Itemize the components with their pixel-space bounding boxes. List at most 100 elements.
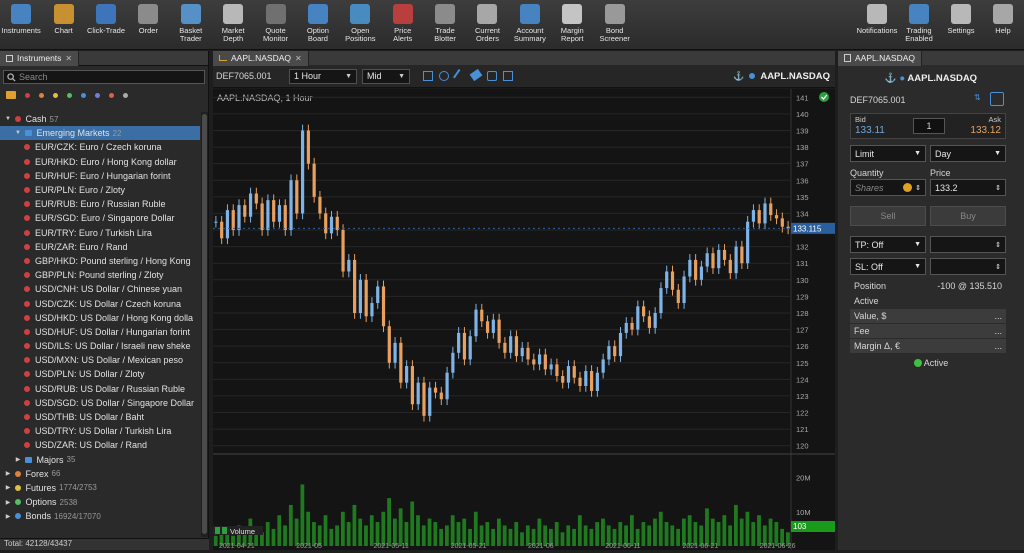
instrument-row[interactable]: GBP/PLN: Pound sterling / Zloty — [0, 268, 200, 282]
search-input[interactable]: Search — [3, 70, 205, 84]
account-summary-button[interactable]: Account Summary — [509, 0, 551, 49]
anchor-icon[interactable]: ⚓ — [885, 73, 899, 84]
chevron-right-icon[interactable]: ▶ — [4, 499, 12, 506]
instrument-row[interactable]: USD/RUB: US Dollar / Russian Ruble — [0, 382, 200, 396]
chevron-right-icon[interactable]: ▶ — [4, 470, 12, 477]
margin-report-button[interactable]: Margin Report — [551, 0, 593, 49]
pencil-icon[interactable] — [453, 69, 467, 83]
close-icon[interactable]: ✕ — [65, 54, 72, 63]
price-input[interactable]: 133.2 ⇕ — [930, 179, 1006, 196]
take-profit-input[interactable]: ⇕ — [930, 236, 1006, 253]
notifications-button[interactable]: Notifications — [856, 0, 898, 49]
instruments-scrollbar[interactable] — [201, 112, 208, 537]
chevron-right-icon[interactable]: ▶ — [4, 484, 12, 491]
quantity-box[interactable]: 1 — [913, 118, 945, 134]
trade-blotter-button[interactable]: Trade Blotter — [424, 0, 466, 49]
instrument-row[interactable]: USD/HKD: US Dollar / Hong Kong dolla — [0, 311, 200, 325]
tree-group-row[interactable]: ▶ Majors 35 — [0, 453, 200, 467]
indicators-icon[interactable] — [423, 71, 433, 81]
instrument-row[interactable]: EUR/PLN: Euro / Zloty — [0, 183, 200, 197]
instrument-row[interactable]: USD/ZAR: US Dollar / Rand — [0, 438, 200, 452]
basket-trader-button[interactable]: Basket Trader — [170, 0, 212, 49]
instruments-button[interactable]: Instruments — [0, 0, 42, 49]
chart-area[interactable]: AAPL.NASDAQ, 1 Hour 141 140 139 138 137 136 13… — [213, 89, 835, 550]
quote-monitor-button[interactable]: Quote Monitor — [254, 0, 296, 49]
tab-instruments[interactable]: Instruments ✕ — [0, 50, 80, 66]
price-chart[interactable]: AAPL.NASDAQ, 1 Hour 141 140 139 138 137 136 13… — [213, 89, 835, 550]
instrument-row[interactable]: USD/MXN: US Dollar / Mexican peso — [0, 353, 200, 367]
color-filter-dot[interactable] — [67, 92, 72, 98]
instrument-row[interactable]: EUR/TRY: Euro / Turkish Lira — [0, 226, 200, 240]
color-filter-dot[interactable] — [81, 92, 86, 98]
tree-group-row[interactable]: ▶ Bonds 16924/17070 — [0, 509, 200, 523]
tree-group-row[interactable]: ▼ Emerging Markets 22 — [0, 126, 200, 141]
chevron-down-icon[interactable]: ▼ — [14, 130, 22, 136]
chevron-right-icon[interactable]: ▶ — [4, 513, 12, 520]
clipboard-icon[interactable] — [487, 71, 497, 81]
price-alerts-button[interactable]: Price Alerts — [382, 0, 424, 49]
order-button[interactable]: Order — [127, 0, 169, 49]
close-icon[interactable]: ✕ — [295, 54, 302, 63]
color-filter-dot[interactable] — [25, 92, 30, 98]
settings-button[interactable]: Settings — [940, 0, 982, 49]
settings-icon[interactable] — [990, 92, 1004, 106]
time-in-force-select[interactable]: Day ▼ — [930, 145, 1006, 162]
color-filter-dot[interactable] — [109, 92, 114, 98]
price-type-select[interactable]: Mid ▼ — [362, 68, 410, 84]
click-trade-button[interactable]: Click-Trade — [85, 0, 127, 49]
tab-chart[interactable]: AAPL.NASDAQ ✕ — [213, 50, 309, 66]
export-icon[interactable] — [503, 71, 513, 81]
open-positions-button[interactable]: Open Positions — [339, 0, 381, 49]
stepper-icon[interactable]: ⇕ — [995, 241, 1001, 249]
color-filter-dot[interactable] — [123, 92, 128, 98]
chart-button[interactable]: Chart — [42, 0, 84, 49]
tree-group-row[interactable]: ▶ Futures 1774/2753 — [0, 481, 200, 495]
folder-icon[interactable] — [6, 91, 16, 99]
buy-button[interactable]: Buy — [930, 206, 1006, 226]
bid-price[interactable]: 133.11 — [855, 125, 885, 136]
tree-group-row[interactable]: ▶ Options 2538 — [0, 495, 200, 509]
instrument-row[interactable]: USD/ILS: US Dollar / Israeli new sheke — [0, 339, 200, 353]
trading-enabled-button[interactable]: Trading Enabled — [898, 0, 940, 49]
ask-price[interactable]: 133.12 — [970, 125, 1001, 136]
instrument-row[interactable]: USD/TRY: US Dollar / Turkish Lira — [0, 424, 200, 438]
color-filter-dot[interactable] — [53, 92, 58, 98]
instrument-row[interactable]: USD/PLN: US Dollar / Zloty — [0, 367, 200, 381]
anchor-icon[interactable]: ⚓ — [733, 71, 744, 82]
stepper-icon[interactable]: ⇕ — [995, 263, 1001, 271]
instrument-row[interactable]: USD/THB: US Dollar / Baht — [0, 410, 200, 424]
order-type-select[interactable]: Limit ▼ — [850, 145, 926, 162]
sell-button[interactable]: Sell — [850, 206, 926, 226]
quantity-input[interactable]: Shares ⇕ — [850, 179, 926, 196]
take-profit-select[interactable]: TP: Off ▼ — [850, 236, 926, 253]
current-orders-button[interactable]: Current Orders — [466, 0, 508, 49]
help-button[interactable]: Help — [982, 0, 1024, 49]
market-depth-button[interactable]: Market Depth — [212, 0, 254, 49]
color-filter-dot[interactable] — [95, 92, 100, 98]
instrument-row[interactable]: USD/CZK: US Dollar / Czech koruna — [0, 296, 200, 310]
instrument-row[interactable]: EUR/HUF: Euro / Hungarian forint — [0, 169, 200, 183]
chevron-right-icon[interactable]: ▶ — [14, 456, 22, 463]
instrument-row[interactable]: EUR/CZK: Euro / Czech koruna — [0, 140, 200, 154]
option-board-button[interactable]: Option Board — [297, 0, 339, 49]
stepper-icon[interactable]: ⇕ — [995, 184, 1001, 192]
instrument-row[interactable]: USD/CNH: US Dollar / Chinese yuan — [0, 282, 200, 296]
stop-loss-input[interactable]: ⇕ — [930, 258, 1006, 275]
instrument-row[interactable]: EUR/ZAR: Euro / Rand — [0, 240, 200, 254]
instrument-row[interactable]: EUR/HKD: Euro / Hong Kong dollar — [0, 155, 200, 169]
instrument-row[interactable]: GBP/HKD: Pound sterling / Hong Kong — [0, 254, 200, 268]
instruments-scroll-thumb[interactable] — [202, 114, 207, 534]
instrument-row[interactable]: EUR/SGD: Euro / Singapore Dollar — [0, 211, 200, 225]
bond-screener-button[interactable]: Bond Screener — [593, 0, 635, 49]
tree-group-row[interactable]: ▼ Cash 57 — [0, 112, 200, 126]
stop-loss-select[interactable]: SL: Off ▼ — [850, 258, 926, 275]
instrument-row[interactable]: USD/SGD: US Dollar / Singapore Dollar — [0, 396, 200, 410]
instrument-row[interactable]: USD/HUF: US Dollar / Hungarian forint — [0, 325, 200, 339]
sort-icon[interactable]: ⇅ — [974, 93, 981, 102]
color-filter-dot[interactable] — [39, 92, 44, 98]
eraser-icon[interactable] — [469, 68, 483, 82]
tab-order[interactable]: AAPL.NASDAQ — [838, 50, 922, 66]
gear-icon[interactable] — [439, 71, 449, 81]
tree-group-row[interactable]: ▶ Forex 66 — [0, 467, 200, 481]
stepper-icon[interactable]: ⇕ — [915, 184, 921, 192]
